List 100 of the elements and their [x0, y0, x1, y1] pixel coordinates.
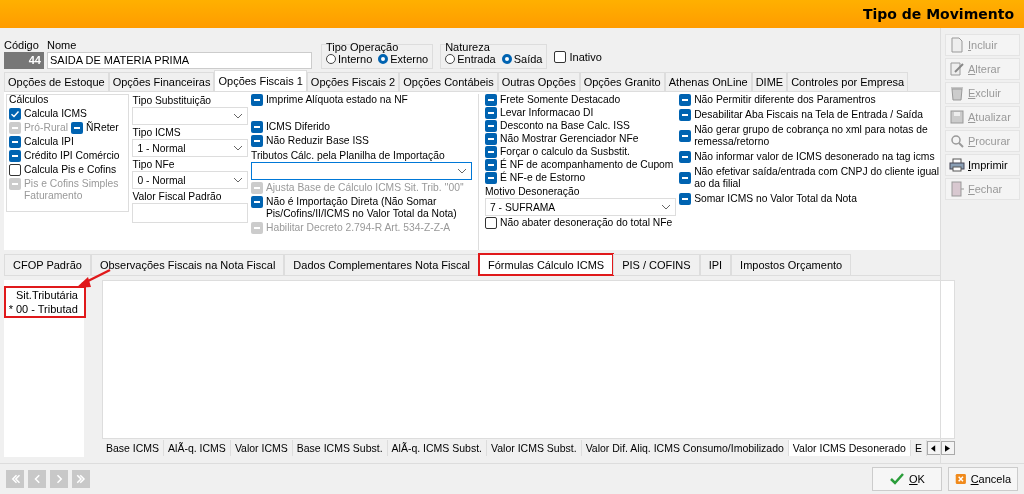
- tab[interactable]: Controles por Empresa: [787, 72, 909, 91]
- radio-button[interactable]: [501, 54, 512, 64]
- field-label: Nome: [47, 39, 78, 52]
- code-field[interactable]: 44: [4, 52, 44, 69]
- checkbox-label: Não informar valor de ICMS desonerado na tag icms: [694, 151, 936, 163]
- checkbox[interactable]: [485, 133, 497, 145]
- tab[interactable]: Impostos Orçamento: [731, 254, 852, 275]
- group-label: Tipo Operação: [326, 41, 400, 53]
- checkmark-icon: [889, 471, 906, 487]
- dropdown[interactable]: [250, 162, 472, 180]
- tab[interactable]: Base ICMS: [102, 440, 165, 456]
- right-arrow-icon: [945, 444, 951, 452]
- checkbox-label: ÑReter: [86, 122, 119, 134]
- radio-button[interactable]: [378, 54, 389, 64]
- checkbox-label: Inativo: [569, 51, 602, 63]
- tab[interactable]: Athenas OnLine: [664, 72, 752, 91]
- checkbox[interactable]: [679, 151, 692, 163]
- checkbox-label: É NF de acompanhamento de Cupom: [500, 159, 674, 171]
- checkbox-label: Levar Informacao DI: [500, 107, 594, 119]
- row-marker: *: [7, 303, 15, 315]
- tab[interactable]: AlÃ-q. ICMS: [164, 440, 231, 456]
- checkbox[interactable]: [679, 94, 692, 106]
- tab[interactable]: Valor ICMS Desonerado: [788, 440, 911, 456]
- dialog-button[interactable]: Cancela: [948, 467, 1018, 491]
- checkbox[interactable]: [679, 109, 692, 121]
- window-title: Tipo de Movimento: [862, 6, 1014, 22]
- checkbox[interactable]: [9, 164, 21, 176]
- tab[interactable]: Opções Granito: [579, 72, 665, 91]
- checkbox[interactable]: [250, 135, 263, 147]
- dropdown[interactable]: 0 - Normal: [132, 171, 248, 189]
- checkbox-label: Não é Importação Direta (Não Somar Pis/Cofins/II/ICMS no Valor Total da Nota): [265, 196, 458, 220]
- checkbox[interactable]: [679, 172, 692, 184]
- double-left-chevron-icon: [9, 473, 21, 485]
- field-label: Tipo Substituição: [132, 95, 212, 106]
- column-header: Sit.Tributária: [16, 289, 78, 301]
- tab[interactable]: Valor ICMS Subst.: [487, 440, 582, 456]
- radio-button[interactable]: [445, 54, 456, 64]
- tab[interactable]: Opções Fiscais 2: [306, 72, 400, 91]
- radio-label: Interno: [338, 53, 373, 65]
- chevron-down-icon: [232, 177, 243, 183]
- checkbox-label: Somar ICMS no Valor Total da Nota: [694, 193, 858, 205]
- checkbox[interactable]: [554, 51, 567, 63]
- checkbox-label: Não gerar grupo de cobrança no xml para notas de remessa/retorno: [694, 124, 929, 148]
- tab[interactable]: Opções de Estoque: [4, 72, 109, 91]
- table-cell: 00 - Tributad: [16, 303, 78, 315]
- tab[interactable]: Observações Fiscais na Nota Fiscal: [90, 254, 285, 275]
- tab[interactable]: DIME: [751, 72, 788, 91]
- tab[interactable]: Fórmulas Cálculo ICMS: [479, 254, 614, 275]
- checkbox[interactable]: [485, 107, 497, 119]
- chevron-down-icon: [232, 113, 243, 119]
- tab[interactable]: Valor ICMS: [230, 440, 293, 456]
- field-label: Tipo NFe: [132, 159, 175, 170]
- radio-button[interactable]: [326, 54, 336, 64]
- checkbox-label: Não Permitir diferente dos Paramentros: [694, 94, 877, 106]
- dialog-button[interactable]: OK: [872, 467, 942, 491]
- checkbox[interactable]: [679, 130, 692, 142]
- tab[interactable]: Opções Contábeis: [399, 72, 498, 91]
- tab[interactable]: Opções Financeiras: [108, 72, 215, 91]
- page-icon: [949, 37, 965, 53]
- search-icon: [949, 133, 965, 149]
- checkbox-label: Calcula ICMS: [24, 108, 87, 120]
- checkbox[interactable]: [485, 94, 497, 106]
- checkbox[interactable]: [9, 150, 21, 162]
- door-icon: [949, 181, 965, 197]
- checkbox[interactable]: [679, 193, 692, 205]
- checkbox-label: Pis e Cofins Simples Faturamento: [24, 178, 120, 202]
- tab[interactable]: Base ICMS Subst.: [292, 440, 388, 456]
- field-label: Tributos Cálc. pela Planilha de Importação: [250, 150, 445, 161]
- checkbox[interactable]: [250, 94, 263, 106]
- checkbox[interactable]: [485, 120, 497, 132]
- dropdown[interactable]: 1 - Normal: [132, 139, 248, 157]
- checkbox[interactable]: [71, 122, 84, 134]
- name-field[interactable]: SAIDA DE MATERIA PRIMA: [47, 52, 312, 69]
- checkbox-label: Pró-Rural: [24, 122, 69, 134]
- tab[interactable]: E: [910, 440, 927, 456]
- field-label: Código: [4, 39, 40, 52]
- tab[interactable]: PIS / COFINS: [613, 254, 700, 275]
- checkbox-label: Frete Somente Destacado: [500, 94, 621, 106]
- checkbox-label: Imprime Alíquota estado na NF: [265, 94, 409, 106]
- checkbox[interactable]: [485, 217, 497, 229]
- tab[interactable]: IPI: [699, 254, 732, 275]
- checkbox[interactable]: [9, 108, 21, 120]
- checkbox[interactable]: [485, 159, 497, 171]
- tab[interactable]: Opções Fiscais 1: [214, 70, 307, 91]
- radio-label: Externo: [390, 53, 429, 65]
- tab[interactable]: CFOP Padrão: [4, 254, 91, 275]
- dropdown[interactable]: 7 - SUFRAMA: [485, 198, 677, 216]
- checkbox[interactable]: [9, 136, 21, 148]
- toolbar-button[interactable]: Imprimir: [945, 154, 1020, 176]
- checkbox[interactable]: [485, 172, 497, 184]
- tab[interactable]: Outras Opções: [497, 72, 580, 91]
- input-field[interactable]: [132, 203, 248, 223]
- checkbox-label: Calcula IPI: [24, 136, 74, 148]
- checkbox[interactable]: [485, 146, 497, 158]
- tab[interactable]: AlÃ-q. ICMS Subst.: [387, 440, 488, 456]
- tab[interactable]: Valor Dif. Aliq. ICMS Consumo/Imobilizado: [581, 440, 789, 456]
- checkbox[interactable]: [250, 121, 263, 133]
- printer-icon: [949, 157, 965, 173]
- checkbox-label: Não Mostrar Gerenciador NFe: [500, 133, 639, 145]
- checkbox[interactable]: [250, 196, 263, 208]
